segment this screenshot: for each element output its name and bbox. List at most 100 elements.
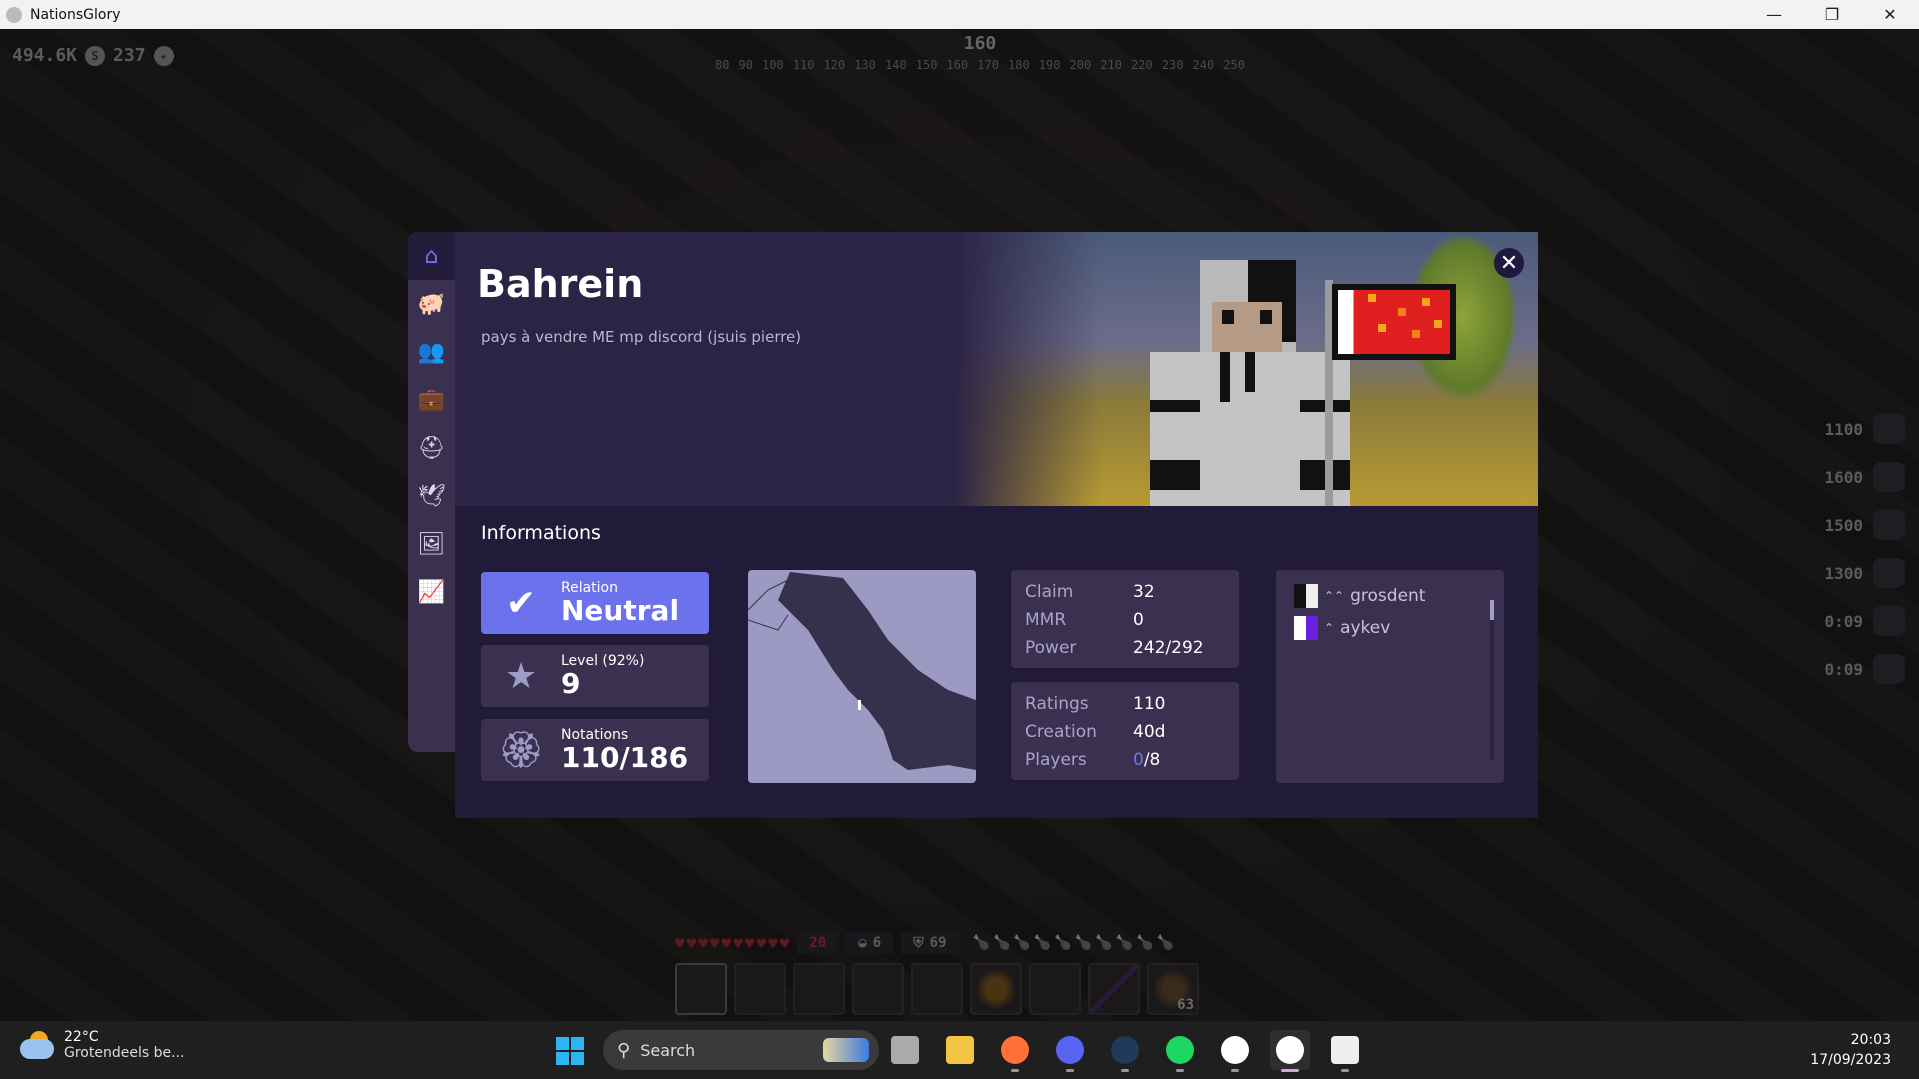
fire-effect-icon [1873, 654, 1905, 684]
members-list: ⌃⌃ grosdent ⌃ aykev [1276, 570, 1504, 783]
compass-tick: 100 [762, 58, 784, 72]
stat-key: Creation [1025, 722, 1097, 742]
country-name: Bahrein [477, 262, 644, 306]
compass-tick: 160 [946, 58, 969, 72]
heart-icon: ♥ [686, 933, 697, 953]
food-icon: 🍗 [1033, 935, 1052, 951]
sidebar-item-gallery[interactable]: 🖼 [408, 520, 455, 568]
taskbar-app-spotify[interactable] [1160, 1030, 1200, 1072]
stat-row: MMR 0 [1025, 606, 1225, 634]
sidebar-item-military[interactable]: ⛑ [408, 424, 455, 472]
item-count: 63 [1177, 997, 1194, 1013]
map-island [858, 700, 861, 710]
right-stat-value: 1100 [1824, 419, 1863, 439]
member-row[interactable]: ⌃ aykev [1294, 612, 1486, 644]
sidebar-item-bank[interactable]: 🐖 [408, 280, 455, 328]
right-stat-row: 0:09 [1824, 606, 1905, 636]
hotbar-slot[interactable] [970, 963, 1022, 1015]
sidebar-item-jobs[interactable]: 💼 [408, 376, 455, 424]
level-card: ★ Level (92%) 9 [481, 645, 709, 707]
hotbar-slot[interactable] [734, 963, 786, 1015]
taskbar-app-file-explorer[interactable] [940, 1030, 980, 1070]
compass-tick: 200 [1069, 58, 1092, 72]
close-modal-button[interactable]: ✕ [1494, 248, 1524, 278]
member-row[interactable]: ⌃⌃ grosdent [1294, 580, 1486, 612]
member-name: grosdent [1350, 586, 1426, 606]
country-modal: ⌂ 🐖 👥 💼 ⛑ 🕊 🖼 📈 Bahrein pays à vendre ME mp dis… [408, 232, 1538, 818]
taskbar-app-task-view[interactable] [885, 1030, 925, 1070]
hotbar-slot[interactable] [1029, 963, 1081, 1015]
hotbar-slot[interactable] [852, 963, 904, 1015]
running-indicator [1281, 1069, 1299, 1072]
compass-tick: 240 [1192, 58, 1215, 72]
hotbar-slot[interactable] [793, 963, 845, 1015]
stat-key: Claim [1025, 582, 1074, 602]
window-titlebar: NationsGlory — ❐ ✕ [0, 0, 1919, 29]
taskbar-app-cortana[interactable] [1105, 1030, 1145, 1072]
minimize-button[interactable]: — [1745, 0, 1803, 29]
compass-tick: 210 [1100, 58, 1122, 72]
compass-tick: 180 [1008, 58, 1030, 72]
sidebar-item-members[interactable]: 👥 [408, 328, 455, 376]
compass-tick: 80 [715, 58, 730, 72]
right-stat-row: 0:09 [1824, 654, 1905, 684]
stat-value: 110 [1133, 694, 1166, 714]
mana-value: 6 [872, 935, 882, 951]
sidebar-item-diplomacy[interactable]: 🕊 [408, 472, 455, 520]
taskbar-app-firefox[interactable] [995, 1030, 1035, 1072]
hotbar-slot[interactable] [675, 963, 727, 1015]
armor-value: 69 [929, 935, 947, 951]
file-explorer-icon [946, 1036, 974, 1064]
compass-tick: 250 [1223, 58, 1245, 72]
compass-tick: 140 [885, 58, 907, 72]
country-map[interactable] [748, 570, 976, 783]
member-rank-icon: ⌃ [1324, 621, 1335, 635]
members-icon: 👥 [417, 339, 446, 365]
food-icon: 🍗 [992, 935, 1011, 951]
clock-time: 20:03 [1850, 1032, 1891, 1048]
discord-icon [1056, 1036, 1084, 1064]
sidebar-item-home[interactable]: ⌂ [408, 232, 455, 280]
notion-icon [1331, 1036, 1359, 1064]
running-indicator [1011, 1069, 1019, 1072]
compass-tick: 190 [1038, 58, 1061, 72]
stat-key: Players [1025, 750, 1087, 770]
hotbar-slot[interactable] [911, 963, 963, 1015]
restore-button[interactable]: ❐ [1803, 0, 1861, 29]
home-icon: ⌂ [424, 243, 439, 269]
taskbar-app-notion[interactable] [1325, 1030, 1365, 1072]
sidebar-item-stats[interactable]: 📈 [408, 568, 455, 616]
taskbar-app-nationsglory[interactable] [1270, 1030, 1310, 1072]
stat-key: Power [1025, 638, 1077, 658]
running-indicator [1231, 1069, 1239, 1072]
close-window-button[interactable]: ✕ [1861, 0, 1919, 29]
taskbar-app-discord[interactable] [1050, 1030, 1090, 1072]
player-hud: ♥ ♥ ♥ ♥ ♥ ♥ ♥ ♥ ♥ ♥ 20 ◒ 6 ⛨ 69 🍗 🍗 🍗 🍗 🍗 🍗 🍗 🍗 🍗 🍗 63 [675, 931, 1240, 1015]
country-banner: Bahrein pays à vendre ME mp discord (jsu… [455, 232, 1538, 506]
taskbar-app-nationsglory-launcher[interactable] [1215, 1030, 1255, 1072]
weather-widget[interactable]: 22°C Grotendeels be... [20, 1029, 184, 1061]
checkmark-icon: ✔ [505, 582, 537, 624]
hotbar-slot[interactable] [1088, 963, 1140, 1015]
members-scrollbar[interactable] [1490, 600, 1494, 760]
award-rosette-icon: 🏵 [498, 730, 544, 771]
helmet-icon [1873, 414, 1905, 444]
boots-icon [1873, 558, 1905, 588]
search-highlight-icon [823, 1038, 869, 1062]
start-button[interactable] [556, 1037, 584, 1065]
right-stat-row: 1500 [1824, 510, 1905, 540]
taskbar-search[interactable]: ⚲ Search [603, 1030, 879, 1070]
stat-key: Ratings [1025, 694, 1089, 714]
right-stat-value: 0:09 [1824, 611, 1863, 631]
compass-tick: 120 [823, 58, 846, 72]
money-icon: S [85, 45, 106, 66]
heart-icon: ♥ [721, 933, 732, 953]
compass-tick: 90 [738, 58, 753, 72]
scrollbar-thumb[interactable] [1490, 600, 1494, 620]
star-icon: ★ [504, 655, 538, 697]
health-hearts: ♥ ♥ ♥ ♥ ♥ ♥ ♥ ♥ ♥ ♥ [675, 934, 789, 953]
app-globe-icon [6, 6, 22, 23]
hotbar-slot[interactable]: 63 [1147, 963, 1199, 1015]
relation-card: ✔ Relation Neutral [481, 572, 709, 634]
system-clock[interactable]: 20:03 17/09/2023 [1810, 1030, 1891, 1070]
